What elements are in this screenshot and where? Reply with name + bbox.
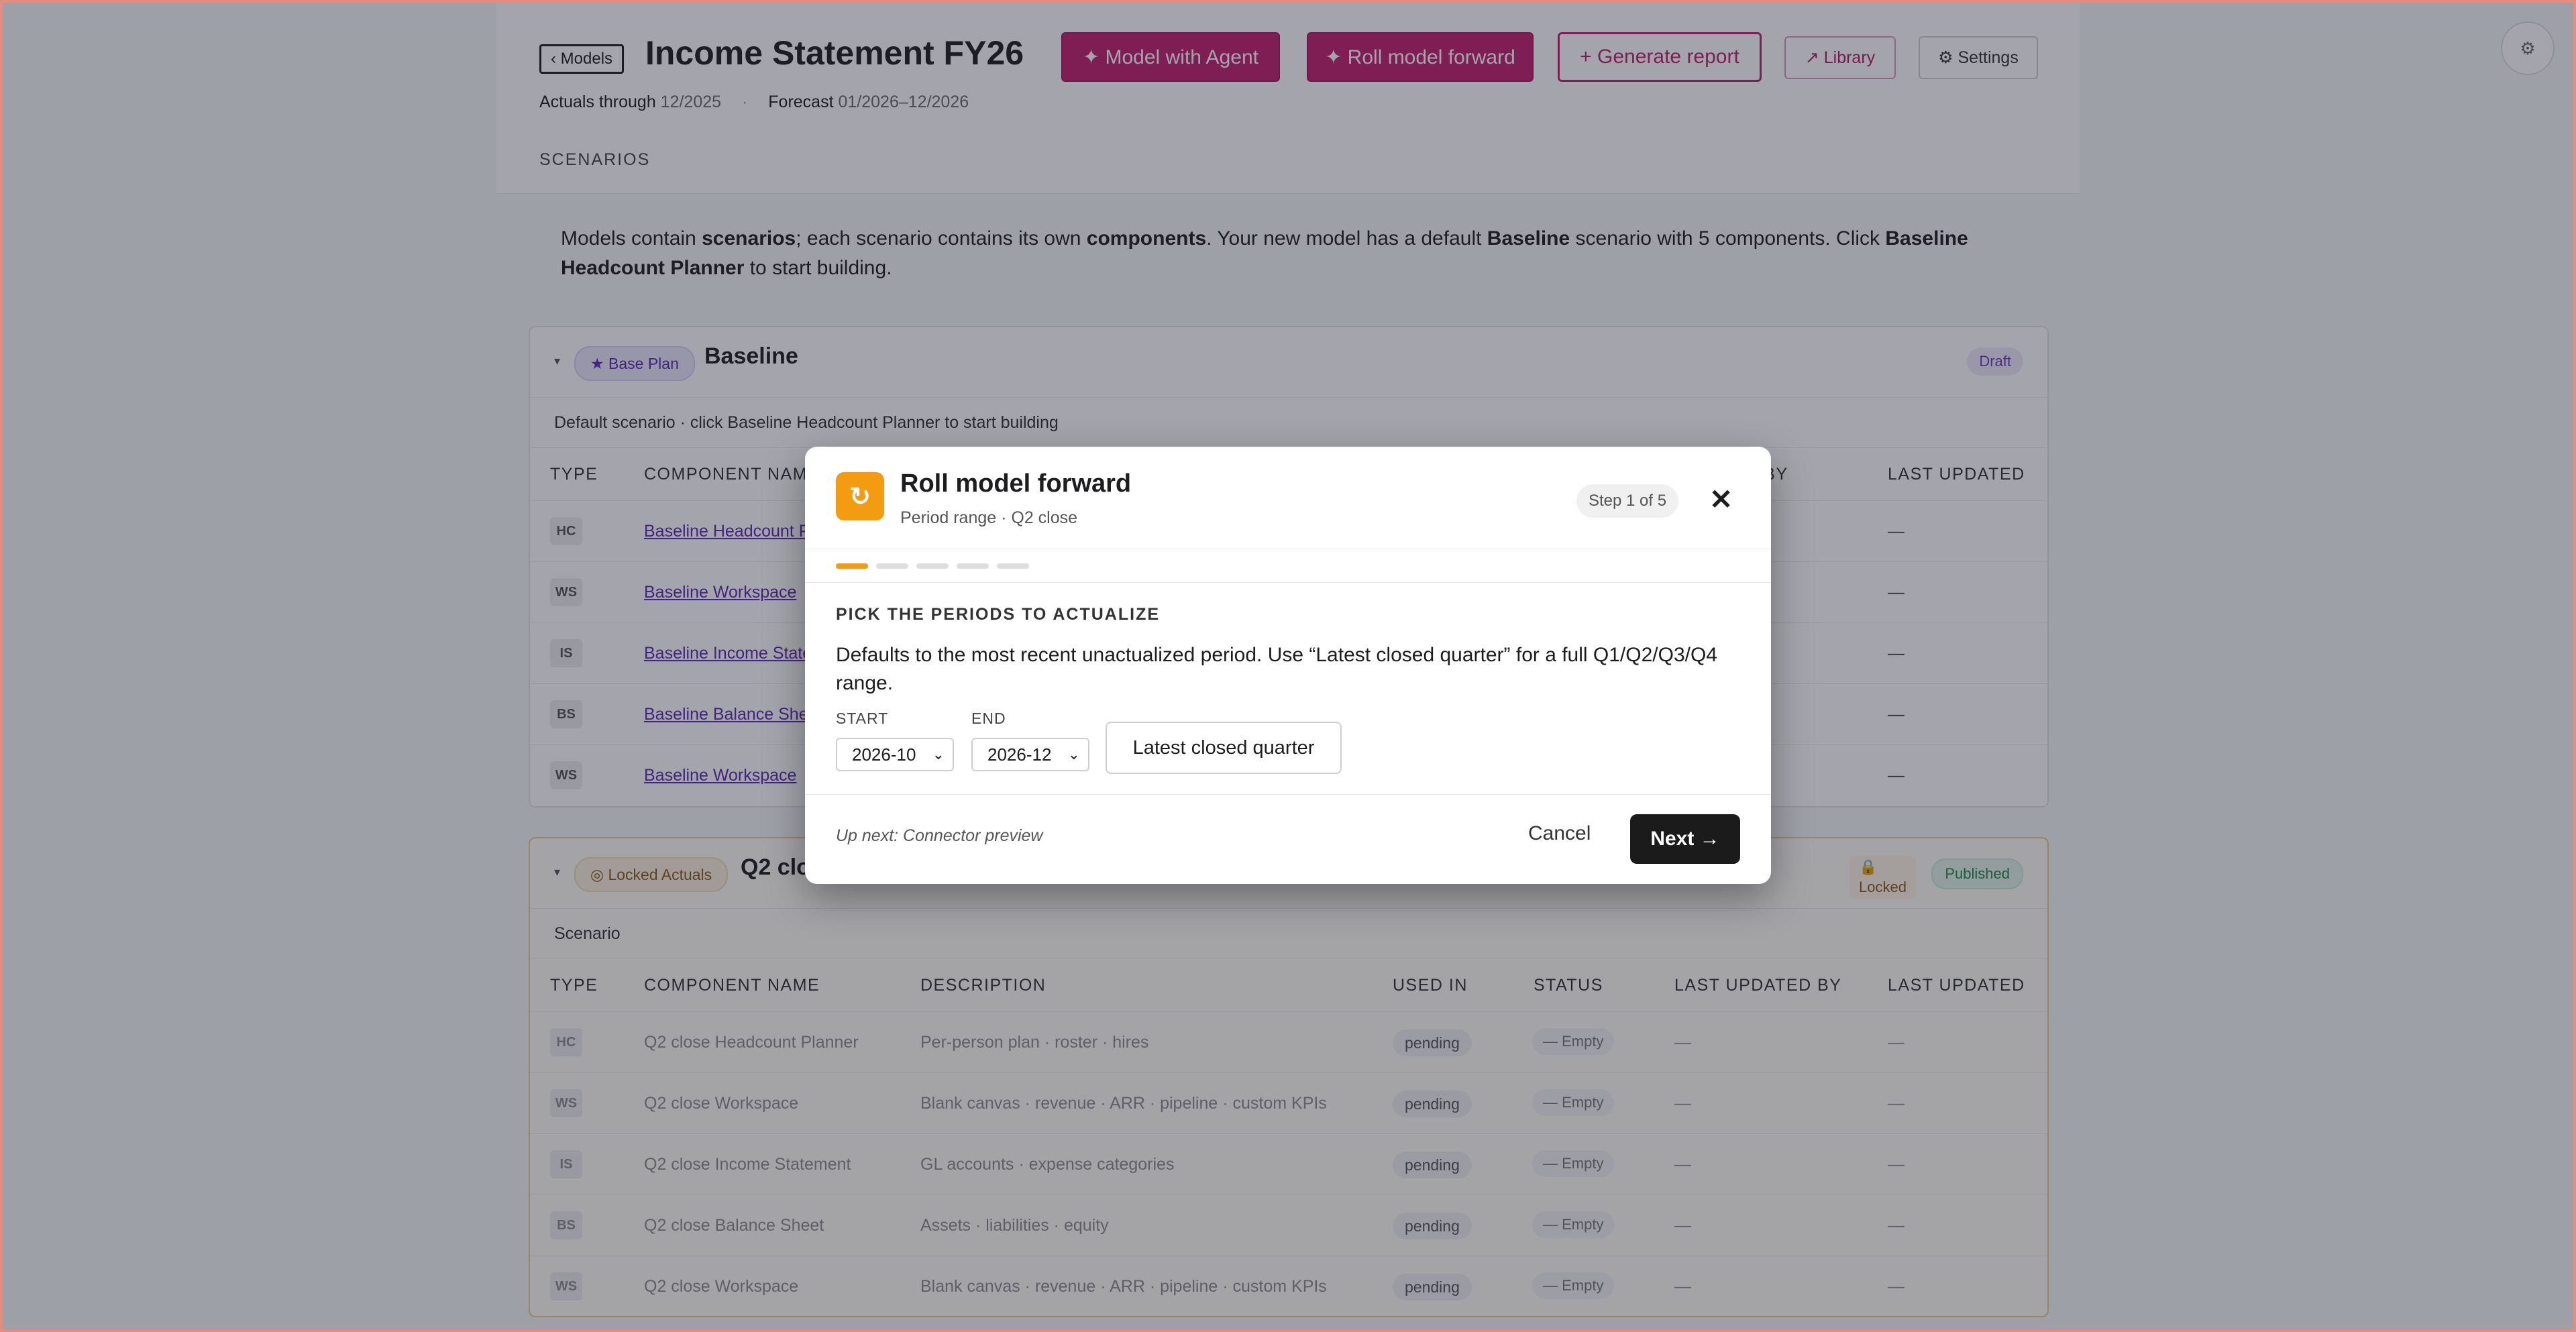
end-period-select[interactable]: 2026-12 ⌄	[971, 738, 1089, 771]
step-indicator: Step 1 of 5	[1576, 484, 1679, 518]
divider	[805, 582, 1771, 583]
start-label: START	[836, 710, 889, 727]
next-button[interactable]: Next →	[1630, 814, 1740, 864]
roll-forward-dialog: ↻ Roll model forward Period range · Q2 c…	[805, 447, 1771, 884]
progress-segment	[876, 563, 908, 569]
start-period-value: 2026-10	[852, 744, 916, 765]
cancel-button[interactable]: Cancel	[1528, 822, 1591, 845]
close-icon[interactable]: ✕	[1709, 483, 1733, 516]
divider	[805, 794, 1771, 795]
refresh-icon: ↻	[836, 472, 884, 520]
section-description: Defaults to the most recent unactualized…	[836, 644, 1717, 694]
section-label: PICK THE PERIODS TO ACTUALIZE	[836, 605, 1161, 624]
dialog-subtitle: Period range · Q2 close	[900, 508, 1078, 527]
up-next-hint: Up next: Connector preview	[836, 826, 1043, 845]
end-label: END	[971, 710, 1006, 727]
progress-segment	[997, 563, 1029, 569]
dialog-title: Roll model forward	[900, 469, 1132, 498]
chevron-down-icon: ⌄	[1067, 746, 1080, 763]
progress-segment	[916, 563, 949, 569]
latest-closed-quarter-button[interactable]: Latest closed quarter	[1106, 722, 1342, 774]
end-period-value: 2026-12	[987, 744, 1052, 765]
step-progress	[836, 563, 1029, 569]
progress-segment	[836, 563, 868, 569]
chevron-down-icon: ⌄	[932, 746, 945, 763]
start-period-select[interactable]: 2026-10 ⌄	[836, 738, 954, 771]
progress-segment	[957, 563, 989, 569]
